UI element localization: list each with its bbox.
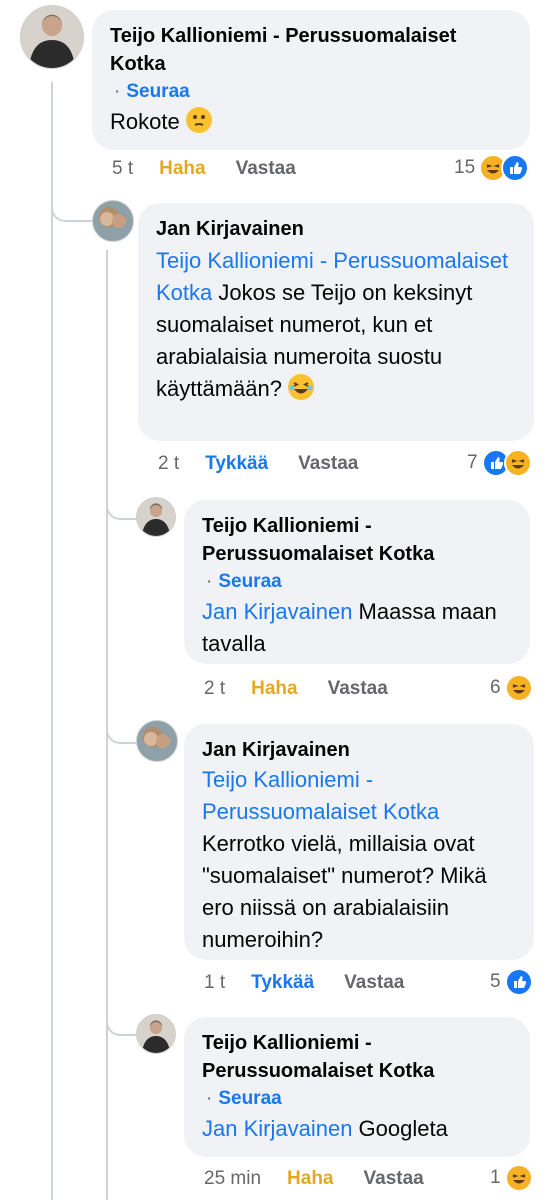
separator-dot: · [114,81,121,102]
comment-author[interactable]: Teijo Kallioniemi - Perussuomalaiset Kot… [110,22,512,78]
mention-link[interactable]: Jan Kirjavainen [202,1116,352,1141]
thread-connector [106,1006,140,1036]
reaction-button[interactable]: Haha [159,158,205,180]
comment-meta: 5 t Haha Vastaa [112,158,296,180]
reply-button[interactable]: Vastaa [364,1168,424,1190]
reply-button[interactable]: Vastaa [328,678,388,700]
reaction-count: 1 [490,1167,501,1188]
comment-text: Rokote [110,109,180,134]
follow-link[interactable]: Seuraa [218,571,281,592]
thread-line-main [51,82,53,1200]
reaction-count: 7 [467,452,478,473]
avatar[interactable] [20,5,84,69]
reaction-button[interactable]: Haha [251,678,297,700]
comment-bubble: Teijo Kallioniemi - Perussuomalaiset Kot… [184,1017,530,1157]
thread-connector [106,490,140,520]
mention-link[interactable]: Teijo Kallioniemi - Perussuomalaiset Kot… [202,767,439,824]
avatar[interactable] [136,1014,176,1054]
like-button[interactable]: Tykkää [205,453,268,475]
thread-connector [51,190,93,222]
reaction-count: 6 [490,677,501,698]
like-button[interactable]: Tykkää [251,972,314,994]
separator-dot: · [206,1088,213,1109]
timestamp[interactable]: 2 t [204,678,225,700]
comment-author[interactable]: Jan Kirjavainen [202,736,516,764]
comment-meta: 25 min Haha Vastaa [204,1168,424,1190]
reply-button[interactable]: Vastaa [236,158,296,180]
thinking-face-icon [185,107,212,133]
comment-author[interactable]: Teijo Kallioniemi - Perussuomalaiset Kot… [202,1029,512,1085]
avatar[interactable] [92,200,134,242]
comment-bubble: Jan Kirjavainen Teijo Kallioniemi - Peru… [138,203,534,441]
haha-reaction-icon [504,674,533,702]
comment-author[interactable]: Jan Kirjavainen [156,215,516,243]
timestamp[interactable]: 5 t [112,158,133,180]
like-reaction-icon [504,968,533,996]
reply-button[interactable]: Vastaa [298,453,358,475]
reaction-count: 5 [490,971,501,992]
haha-reaction-icon [503,449,532,477]
timestamp[interactable]: 25 min [204,1168,261,1190]
comment-text: Googleta [352,1116,448,1141]
comment-author[interactable]: Teijo Kallioniemi - Perussuomalaiset Kot… [202,512,512,568]
avatar[interactable] [136,720,178,762]
timestamp[interactable]: 1 t [204,972,225,994]
reply-button[interactable]: Vastaa [344,972,404,994]
comment-meta: 1 t Tykkää Vastaa [204,972,404,994]
follow-link[interactable]: Seuraa [126,81,189,102]
timestamp[interactable]: 2 t [158,453,179,475]
comment-bubble: Jan Kirjavainen Teijo Kallioniemi - Peru… [184,724,534,960]
reaction-summary[interactable]: 7 [467,449,532,477]
comment-text: Kerrotko vielä, millaisia ovat "suomalai… [202,831,487,952]
follow-link[interactable]: Seuraa [218,1088,281,1109]
thread-connector [106,714,140,744]
like-reaction-icon [501,154,530,182]
comment-meta: 2 t Tykkää Vastaa [158,453,358,475]
reaction-button[interactable]: Haha [287,1168,333,1190]
haha-reaction-icon [504,1164,533,1192]
reaction-summary[interactable]: 5 [490,968,533,996]
separator-dot: · [206,571,213,592]
comment-bubble: Teijo Kallioniemi - Perussuomalaiset Kot… [184,500,530,664]
mention-link[interactable]: Jan Kirjavainen [202,599,352,624]
comment-bubble: Teijo Kallioniemi - Perussuomalaiset Kot… [92,10,530,150]
reaction-summary[interactable]: 15 [454,154,530,182]
reaction-summary[interactable]: 1 [490,1164,533,1192]
reaction-summary[interactable]: 6 [490,674,533,702]
reaction-count: 15 [454,157,476,178]
laughing-face-icon [288,374,315,400]
comment-meta: 2 t Haha Vastaa [204,678,388,700]
avatar[interactable] [136,497,176,537]
